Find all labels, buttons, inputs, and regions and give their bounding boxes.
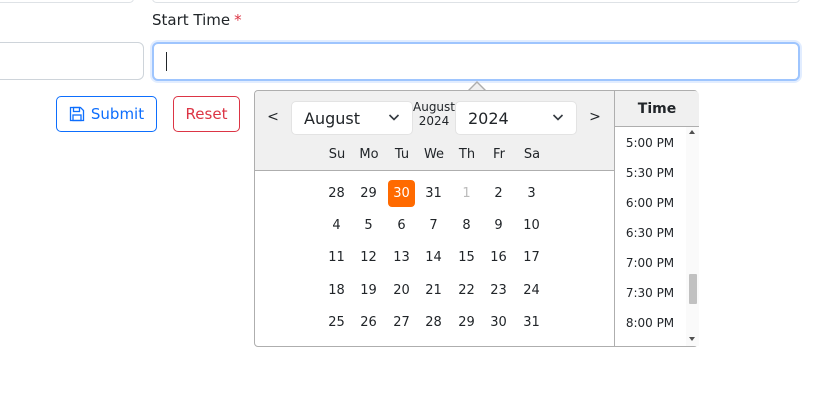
- calendar-day[interactable]: 10: [518, 212, 545, 239]
- time-scrollbar[interactable]: [686, 127, 699, 346]
- calendar-day[interactable]: 29: [355, 180, 382, 207]
- submit-button[interactable]: Submit: [56, 96, 157, 132]
- calendar-day[interactable]: 6: [388, 212, 415, 239]
- reset-button[interactable]: Reset: [173, 96, 240, 132]
- time-option[interactable]: 7:00 PM: [615, 256, 685, 270]
- calendar-day[interactable]: 23: [485, 277, 512, 304]
- calendar-day[interactable]: 5: [355, 212, 382, 239]
- time-header: Time: [615, 91, 699, 127]
- chevron-down-icon: [388, 114, 400, 121]
- weekday-header: Fr: [493, 147, 505, 162]
- time-option[interactable]: 6:30 PM: [615, 226, 685, 240]
- calendar-header: < August August 2024 2024 > Su Mo Tu We …: [255, 91, 614, 171]
- time-option[interactable]: 8:00 PM: [615, 316, 685, 330]
- scrollbar-thumb[interactable]: [689, 274, 697, 304]
- start-time-label-text: Start Time: [152, 11, 231, 29]
- calendar-day[interactable]: 28: [420, 309, 447, 336]
- calendar-day-outside[interactable]: 1: [453, 180, 480, 207]
- month-select-value: August: [304, 108, 360, 128]
- calendar-day[interactable]: 9: [485, 212, 512, 239]
- time-option[interactable]: 6:00 PM: [615, 196, 685, 210]
- prev-month-button[interactable]: <: [263, 109, 283, 125]
- start-time-label: Start Time *: [152, 11, 242, 29]
- reset-button-label: Reset: [185, 105, 228, 123]
- save-icon: [69, 106, 85, 122]
- weekday-header: Sa: [523, 147, 541, 162]
- calendar-day[interactable]: 11: [323, 244, 350, 271]
- datepicker-popup: < August August 2024 2024 > Su Mo Tu We …: [254, 90, 699, 347]
- calendar-day[interactable]: 26: [355, 309, 382, 336]
- calendar-day[interactable]: 25: [323, 309, 350, 336]
- previous-field-bottom: [0, 0, 134, 3]
- time-option[interactable]: 5:00 PM: [615, 136, 685, 150]
- year-select-value: 2024: [468, 108, 509, 128]
- next-month-button[interactable]: >: [585, 109, 605, 125]
- calendar-day[interactable]: 20: [388, 277, 415, 304]
- weekday-header: Th: [458, 147, 476, 162]
- calendar-day[interactable]: 24: [518, 277, 545, 304]
- calendar-day[interactable]: 29: [453, 309, 480, 336]
- scroll-up-icon[interactable]: [689, 130, 695, 134]
- weekday-header: We: [423, 147, 445, 162]
- start-time-input[interactable]: [152, 42, 800, 81]
- calendar-day[interactable]: 16: [485, 244, 512, 271]
- calendar-day[interactable]: 12: [355, 244, 382, 271]
- calendar-day[interactable]: 22: [453, 277, 480, 304]
- left-field-input[interactable]: [0, 42, 144, 80]
- calendar-day[interactable]: 30: [485, 309, 512, 336]
- weekday-header: Mo: [359, 147, 379, 162]
- calendar-day[interactable]: 14: [420, 244, 447, 271]
- weekday-header: Tu: [394, 147, 410, 162]
- calendar-day[interactable]: 19: [355, 277, 382, 304]
- calendar-day[interactable]: 17: [518, 244, 545, 271]
- month-select[interactable]: August: [291, 101, 413, 135]
- calendar-day[interactable]: 18: [323, 277, 350, 304]
- calendar-day[interactable]: 4: [323, 212, 350, 239]
- calendar-day[interactable]: 3: [518, 180, 545, 207]
- current-month-label: August 2024: [413, 100, 455, 128]
- calendar-day[interactable]: 21: [420, 277, 447, 304]
- calendar-day-selected[interactable]: 30: [388, 180, 415, 207]
- text-caret: [166, 52, 167, 71]
- required-mark: *: [234, 11, 242, 29]
- calendar-day[interactable]: 2: [485, 180, 512, 207]
- current-month-name: August: [413, 100, 455, 114]
- calendar-day[interactable]: 15: [453, 244, 480, 271]
- weekday-header: Su: [328, 147, 346, 162]
- calendar-panel: < August August 2024 2024 > Su Mo Tu We …: [255, 91, 614, 346]
- calendar-day[interactable]: 31: [420, 180, 447, 207]
- calendar-day[interactable]: 28: [323, 180, 350, 207]
- current-month-year: 2024: [418, 114, 450, 128]
- chevron-down-icon: [552, 114, 564, 121]
- submit-button-label: Submit: [90, 105, 145, 123]
- previous-field-bottom: [152, 0, 800, 3]
- year-select[interactable]: 2024: [455, 101, 577, 135]
- time-panel: Time 5:00 PM 5:30 PM 6:00 PM 6:30 PM 7:0…: [614, 91, 699, 346]
- calendar-day[interactable]: 8: [453, 212, 480, 239]
- calendar-day[interactable]: 7: [420, 212, 447, 239]
- scroll-down-icon[interactable]: [689, 337, 695, 341]
- calendar-day[interactable]: 27: [388, 309, 415, 336]
- calendar-day[interactable]: 13: [388, 244, 415, 271]
- time-option[interactable]: 7:30 PM: [615, 286, 685, 300]
- time-option[interactable]: 5:30 PM: [615, 166, 685, 180]
- calendar-day[interactable]: 31: [518, 309, 545, 336]
